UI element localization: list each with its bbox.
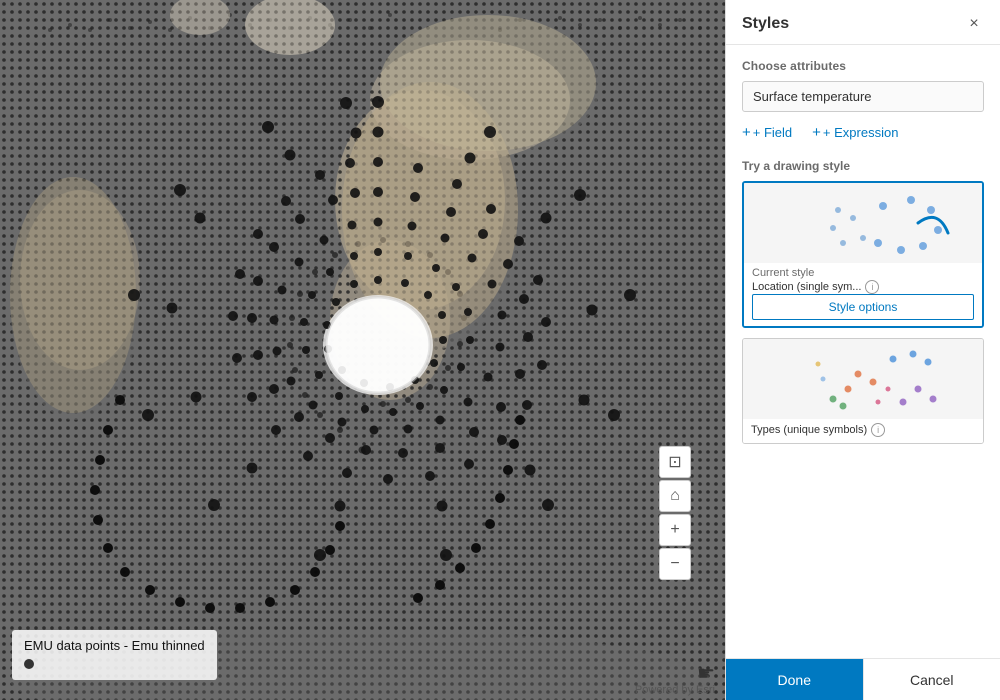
style-card-preview-location: [744, 183, 982, 263]
types-unique-style-card[interactable]: Types (unique symbols) i: [742, 338, 984, 444]
done-button[interactable]: Done: [726, 659, 863, 700]
choose-attributes-label: Choose attributes: [742, 59, 984, 73]
cancel-button[interactable]: Cancel: [863, 659, 1000, 700]
close-button[interactable]: ×: [964, 14, 984, 34]
types-name-row: Types (unique symbols) i: [751, 423, 975, 437]
legend: EMU data points - Emu thinned: [12, 630, 217, 680]
panel-footer: Done Cancel: [726, 658, 1000, 700]
home-icon: ⌂: [670, 487, 680, 505]
style-card-footer-types: Types (unique symbols) i: [743, 419, 983, 443]
screen-tool-button[interactable]: ⊡: [659, 446, 691, 478]
plus-icon: +: [742, 124, 751, 141]
add-expression-button[interactable]: + + Expression: [812, 124, 898, 141]
panel-header: Styles ×: [726, 0, 1000, 45]
map-area[interactable]: EMU data points - Emu thinned Powered by…: [0, 0, 725, 700]
style-card-info-location: Current style: [752, 267, 974, 279]
zoom-out-button[interactable]: −: [659, 548, 691, 580]
add-field-button[interactable]: + + Field: [742, 124, 792, 141]
style-name-row: Location (single sym... i: [752, 280, 974, 294]
close-icon: ×: [969, 15, 978, 33]
powered-by-label: Powered by Esri: [635, 684, 715, 696]
zoom-in-button[interactable]: +: [659, 514, 691, 546]
style-options-button[interactable]: Style options: [752, 294, 974, 320]
location-single-style-card[interactable]: Current style Location (single sym... i …: [742, 181, 984, 328]
plus-icon: +: [812, 124, 821, 141]
expression-label: + Expression: [823, 125, 899, 140]
field-expression-row: + + Field + + Expression: [742, 124, 984, 141]
info-icon-types[interactable]: i: [871, 423, 885, 437]
info-icon-location[interactable]: i: [865, 280, 879, 294]
attribute-value[interactable]: Surface temperature: [742, 81, 984, 112]
style-name-types: Types (unique symbols): [751, 424, 867, 436]
screen-icon: ⊡: [668, 452, 681, 472]
home-tool-button[interactable]: ⌂: [659, 480, 691, 512]
field-label: + Field: [753, 125, 792, 140]
styles-panel: Styles × Choose attributes Surface tempe…: [725, 0, 1000, 700]
minus-icon: −: [670, 555, 679, 573]
plus-icon: +: [670, 521, 679, 539]
panel-body: Choose attributes Surface temperature + …: [726, 45, 1000, 658]
style-card-preview-types: [743, 339, 983, 419]
style-name-location: Location (single sym...: [752, 281, 861, 293]
map-tools: ⊡ ⌂ + −: [659, 446, 691, 580]
current-style-label: Current style: [752, 267, 814, 279]
panel-title: Styles: [742, 15, 789, 33]
style-card-footer-location: Current style Location (single sym... i …: [744, 263, 982, 326]
legend-title: EMU data points - Emu thinned: [24, 638, 205, 653]
drawing-style-label: Try a drawing style: [742, 159, 984, 173]
legend-dot: [24, 659, 34, 669]
